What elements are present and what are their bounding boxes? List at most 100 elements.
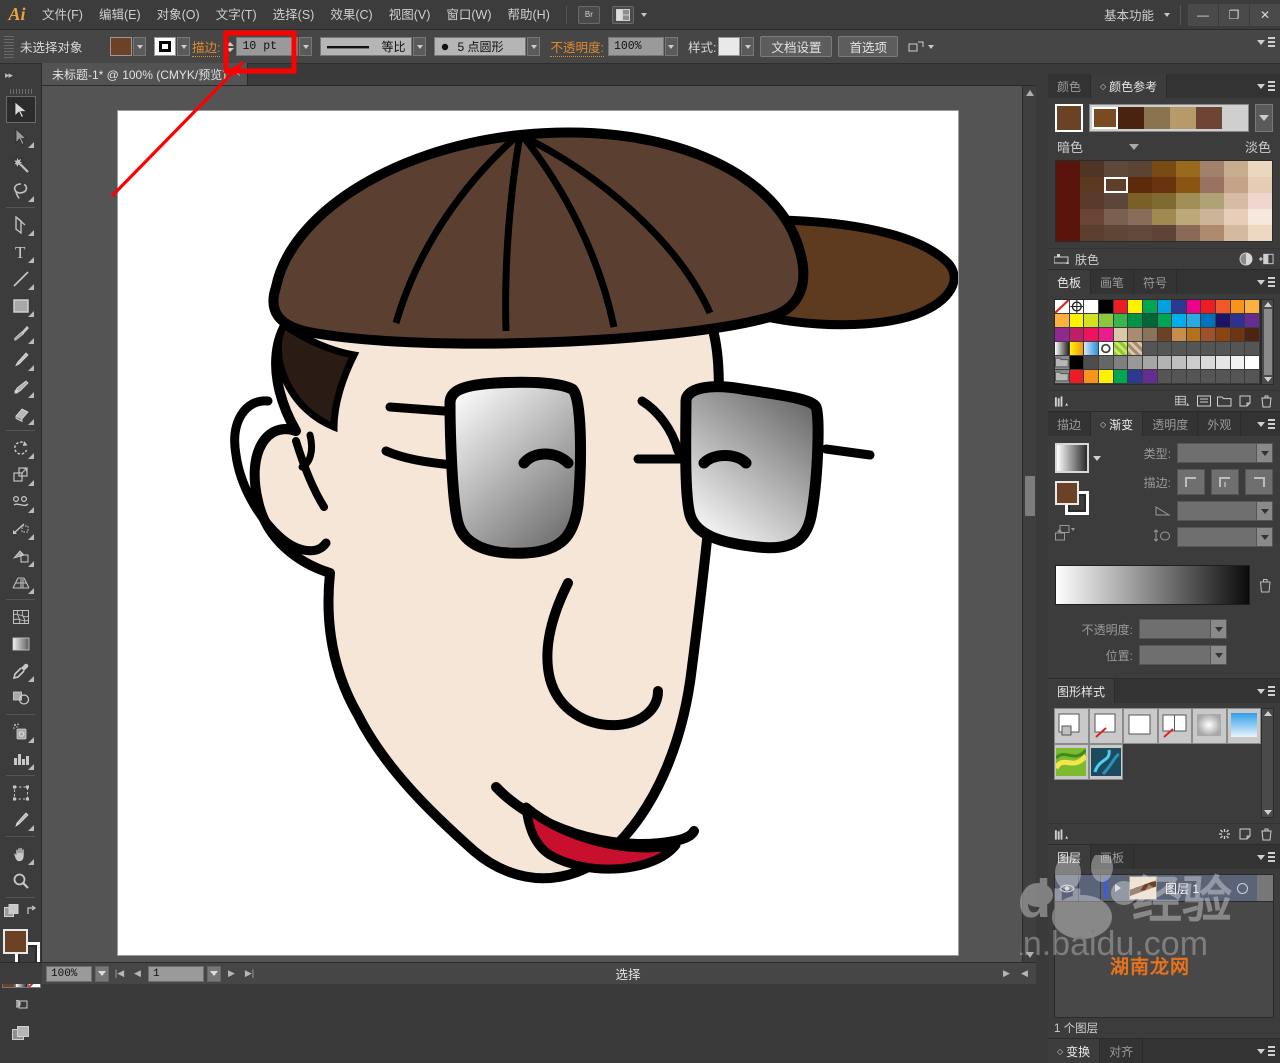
swatch[interactable] bbox=[1084, 370, 1099, 384]
swatch[interactable] bbox=[1157, 314, 1173, 328]
chevron-down-icon[interactable] bbox=[1093, 455, 1101, 461]
style-drop-shadow[interactable] bbox=[1054, 708, 1089, 744]
artboard-dropdown-arrow[interactable] bbox=[207, 965, 221, 982]
brush-definition-dropdown-arrow[interactable] bbox=[527, 37, 541, 56]
status-menu-arrow[interactable]: ▶ bbox=[999, 966, 1014, 982]
swatch[interactable] bbox=[1084, 342, 1099, 356]
fill-stroke-gradient-toggle[interactable] bbox=[1055, 481, 1097, 515]
color-guide-swatch[interactable] bbox=[1176, 225, 1200, 241]
scroll-down-arrow[interactable] bbox=[1026, 952, 1034, 958]
color-guide-swatch[interactable] bbox=[1128, 161, 1152, 177]
stroke-profile-control[interactable]: 等比 bbox=[320, 37, 427, 56]
swatch[interactable] bbox=[1098, 356, 1114, 370]
canvas-vertical-scrollbar[interactable] bbox=[1022, 86, 1036, 962]
layer-row[interactable]: 图层 1 bbox=[1054, 874, 1274, 902]
swatch[interactable] bbox=[1054, 299, 1070, 314]
close-icon[interactable]: × bbox=[234, 68, 240, 80]
harmony-swatch[interactable] bbox=[1170, 107, 1196, 129]
swatch[interactable] bbox=[1172, 314, 1187, 328]
color-guide-swatch[interactable] bbox=[1152, 193, 1176, 209]
fill-control[interactable] bbox=[110, 37, 146, 56]
style-gray-gradient[interactable] bbox=[1192, 708, 1227, 744]
swatch[interactable] bbox=[1113, 300, 1129, 314]
magic-wand-tool[interactable] bbox=[6, 150, 36, 177]
free-transform-tool[interactable] bbox=[6, 515, 36, 542]
panel-menu-icon[interactable] bbox=[1257, 36, 1275, 48]
swatch[interactable] bbox=[1113, 370, 1129, 384]
transform-options-control[interactable] bbox=[908, 40, 934, 54]
swatch[interactable] bbox=[1069, 328, 1085, 342]
menu-view[interactable]: 视图(V) bbox=[381, 0, 439, 30]
swatch[interactable] bbox=[1069, 356, 1085, 370]
color-guide-swatch[interactable] bbox=[1128, 225, 1152, 241]
harmony-swatches[interactable] bbox=[1089, 104, 1249, 132]
opacity-dropdown-arrow[interactable] bbox=[664, 37, 678, 56]
swatch[interactable] bbox=[1245, 300, 1260, 314]
color-guide-swatch[interactable] bbox=[1152, 177, 1176, 193]
style-blue-swirl[interactable] bbox=[1088, 744, 1123, 780]
swatch[interactable] bbox=[1113, 342, 1129, 356]
artboard-tool[interactable] bbox=[6, 779, 36, 806]
style-blue-gradient[interactable] bbox=[1226, 708, 1261, 744]
stroke-weight-input[interactable]: 10 pt bbox=[236, 37, 299, 56]
swatch[interactable] bbox=[1055, 328, 1070, 342]
gradient-tool[interactable] bbox=[6, 630, 36, 657]
stroke-control[interactable] bbox=[154, 37, 190, 56]
show-swatch-kinds-icon[interactable] bbox=[1175, 394, 1190, 408]
panel-menu-icon[interactable] bbox=[1257, 851, 1275, 863]
scale-tool[interactable] bbox=[6, 461, 36, 488]
fill-gradient-box[interactable] bbox=[1055, 481, 1079, 505]
rectangle-tool[interactable] bbox=[6, 292, 36, 319]
gradient-aspect-input[interactable] bbox=[1177, 527, 1273, 547]
swatch[interactable] bbox=[1128, 370, 1143, 384]
layer-target-indicator[interactable] bbox=[1227, 875, 1257, 901]
color-guide-swatch[interactable] bbox=[1080, 177, 1104, 193]
zoom-tool[interactable] bbox=[6, 867, 36, 894]
slice-tool[interactable] bbox=[6, 806, 36, 833]
tab-symbols[interactable]: 符号 bbox=[1134, 270, 1178, 294]
color-guide-swatch[interactable] bbox=[1104, 161, 1128, 177]
fill-swatch[interactable] bbox=[110, 37, 132, 56]
graphic-style-swatch[interactable] bbox=[718, 37, 741, 56]
swatch[interactable] bbox=[1142, 300, 1158, 314]
tab-stroke[interactable]: 描边 bbox=[1048, 412, 1092, 436]
harmony-swatch[interactable] bbox=[1144, 107, 1170, 129]
swatch[interactable] bbox=[1172, 328, 1187, 342]
symbol-sprayer-tool[interactable] bbox=[6, 718, 36, 745]
layer-lock-toggle[interactable] bbox=[1079, 875, 1101, 901]
menu-help[interactable]: 帮助(H) bbox=[500, 0, 558, 30]
swatch[interactable] bbox=[1230, 356, 1246, 370]
color-guide-swatch[interactable] bbox=[1176, 193, 1200, 209]
swatches-scrollbar[interactable] bbox=[1261, 299, 1274, 385]
color-guide-swatch[interactable] bbox=[1248, 193, 1272, 209]
color-guide-swatch[interactable] bbox=[1200, 161, 1224, 177]
tab-color-guide[interactable]: ◇ 颜色参考 bbox=[1091, 74, 1168, 98]
swatch[interactable] bbox=[1216, 356, 1231, 370]
layer-expand-toggle[interactable] bbox=[1109, 875, 1127, 901]
type-tool[interactable]: T bbox=[6, 238, 36, 265]
color-guide-swatch[interactable] bbox=[1056, 225, 1080, 241]
stroke-profile-dropdown-arrow[interactable] bbox=[413, 37, 427, 56]
layer-selection-square[interactable] bbox=[1257, 875, 1273, 901]
style-plain-white[interactable] bbox=[1123, 708, 1158, 744]
swatch[interactable] bbox=[1245, 356, 1260, 370]
scrollbar-thumb[interactable] bbox=[1263, 309, 1272, 375]
rotate-tool[interactable] bbox=[6, 434, 36, 461]
swatch[interactable] bbox=[1230, 328, 1246, 342]
menu-type[interactable]: 文字(T) bbox=[208, 0, 265, 30]
width-tool[interactable] bbox=[6, 488, 36, 515]
blob-brush-tool[interactable] bbox=[6, 373, 36, 400]
next-artboard-button[interactable]: ▶ bbox=[224, 966, 239, 982]
color-guide-swatch[interactable] bbox=[1248, 209, 1272, 225]
color-guide-swatch[interactable] bbox=[1056, 209, 1080, 225]
panel-menu-icon[interactable] bbox=[1257, 276, 1275, 288]
screen-mode-icon[interactable] bbox=[11, 1026, 30, 1044]
tools-panel-collapse[interactable]: ▸▸ bbox=[0, 64, 41, 86]
swatch[interactable] bbox=[1128, 314, 1143, 328]
swatch[interactable] bbox=[1084, 300, 1099, 314]
swatch[interactable] bbox=[1069, 300, 1085, 314]
stroke-gradient-across[interactable] bbox=[1245, 469, 1273, 495]
layers-list[interactable] bbox=[1054, 902, 1274, 1018]
column-graph-tool[interactable] bbox=[6, 745, 36, 772]
swatch-options-icon[interactable] bbox=[1196, 394, 1211, 408]
